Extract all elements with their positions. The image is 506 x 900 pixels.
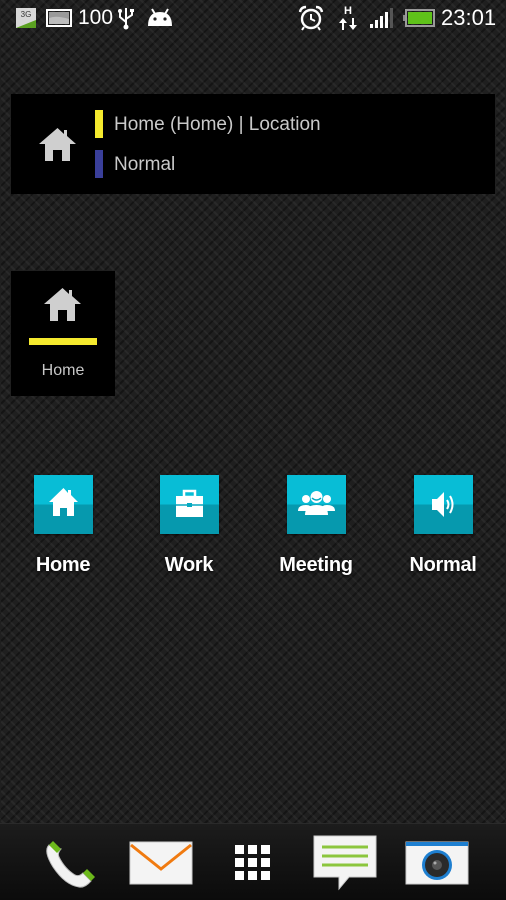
phone-icon: [46, 840, 95, 888]
shortcut-tile: [159, 475, 219, 534]
messages-icon: [313, 835, 377, 890]
location-indicator-bar: [95, 110, 103, 138]
mail-icon: [129, 841, 193, 884]
profile-indicator-bar: [29, 338, 97, 345]
usb-icon: [117, 0, 135, 36]
shortcut-label: Work: [164, 554, 214, 576]
people-icon: [297, 491, 335, 515]
shortcut-label: Meeting: [279, 554, 353, 576]
battery-percent-text: 100: [78, 6, 114, 29]
briefcase-icon: [175, 489, 203, 517]
sound-indicator-bar: [95, 150, 103, 178]
shortcut-work[interactable]: Work: [139, 475, 239, 577]
profile-location-text: Home (Home) | Location: [114, 114, 321, 135]
app-drawer-icon: [235, 844, 270, 880]
shortcut-tile: [286, 475, 346, 534]
phone-button[interactable]: [34, 824, 104, 900]
speaker-icon: [431, 492, 453, 517]
shortcut-home[interactable]: Home: [13, 475, 113, 577]
alarm-icon: [298, 0, 324, 36]
house-icon: [48, 488, 78, 516]
shortcut-label: Normal: [409, 554, 477, 576]
android-icon: [146, 0, 174, 36]
shortcut-tile: [413, 475, 473, 534]
house-icon: [39, 127, 76, 166]
messages-button[interactable]: [310, 824, 380, 900]
app-drawer-button[interactable]: [220, 824, 286, 900]
profile-widget-wide[interactable]: Home (Home) | Location Normal: [11, 94, 495, 194]
mail-button[interactable]: [126, 824, 196, 900]
network-type-text: 3G: [21, 10, 32, 19]
dock: [0, 823, 506, 900]
battery-icon: [403, 0, 435, 36]
camera-icon: [405, 841, 469, 884]
shortcut-label: Home: [35, 554, 91, 576]
data-hspa-icon: H: [337, 0, 359, 36]
camera-button[interactable]: [402, 824, 472, 900]
image-icon: [46, 0, 72, 36]
shortcut-normal[interactable]: Normal: [393, 475, 493, 577]
data-type-text: H: [344, 5, 352, 17]
shortcut-tile: [33, 475, 93, 534]
status-bar: 3G 100 H 23:01: [0, 0, 506, 36]
shortcut-meeting[interactable]: Meeting: [266, 475, 366, 577]
profile-widget-small[interactable]: Home: [11, 271, 115, 396]
3g-icon: 3G: [16, 0, 36, 36]
profile-label: Home: [41, 362, 85, 379]
clock-time: 23:01: [441, 5, 497, 30]
profile-sound-text: Normal: [114, 154, 176, 175]
house-icon: [44, 287, 81, 326]
signal-icon: [370, 0, 394, 36]
